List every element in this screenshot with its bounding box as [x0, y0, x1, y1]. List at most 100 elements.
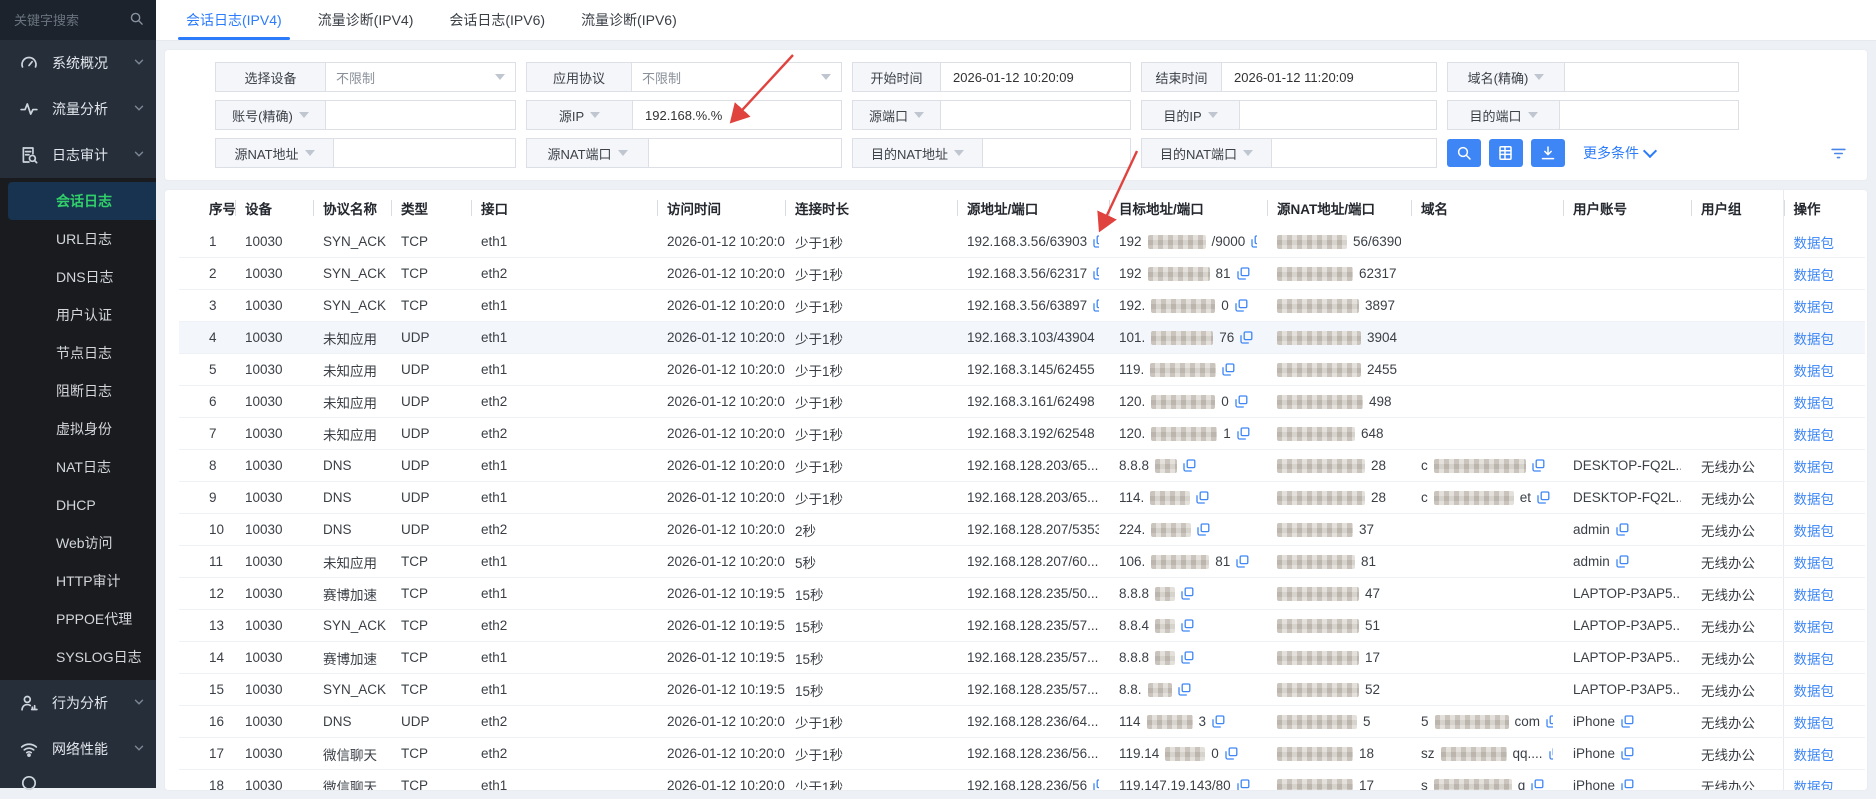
packet-link[interactable]: 数据包: [1794, 492, 1835, 507]
table-row[interactable]: 210030SYN_ACKTCPeth22026-01-12 10:20:09少…: [179, 258, 1865, 290]
copy-icon[interactable]: [1251, 235, 1257, 248]
sidebar-item-NAT日志[interactable]: NAT日志: [0, 448, 156, 486]
table-row[interactable]: 1410030赛博加速TCPeth12026-01-12 10:19:5415秒…: [179, 642, 1865, 674]
sidebar-item-HTTP审计[interactable]: HTTP审计: [0, 562, 156, 600]
sidebar-group-系统概况[interactable]: 系统概况: [0, 40, 156, 86]
copy-icon[interactable]: [1183, 459, 1196, 472]
sidebar-item-DNS日志[interactable]: DNS日志: [0, 258, 156, 296]
sidebar-group-行为分析[interactable]: 行为分析: [0, 680, 156, 726]
copy-icon[interactable]: [1093, 779, 1099, 791]
table-row[interactable]: 310030SYN_ACKTCPeth12026-01-12 10:20:09少…: [179, 290, 1865, 322]
filter-src-ip-label[interactable]: 源IP: [526, 100, 632, 130]
sidebar-group-日志审计[interactable]: 日志审计: [0, 132, 156, 178]
sidebar-item-用户认证[interactable]: 用户认证: [0, 296, 156, 334]
copy-icon[interactable]: [1235, 299, 1248, 312]
packet-link[interactable]: 数据包: [1794, 652, 1835, 667]
filter-src-nat-port-field[interactable]: [648, 138, 842, 168]
copy-icon[interactable]: [1178, 683, 1191, 696]
filter-domain-exact-input[interactable]: [1575, 69, 1728, 86]
packet-link[interactable]: 数据包: [1794, 556, 1835, 571]
table-row[interactable]: 1010030DNSUDPeth22026-01-12 10:20:072秒19…: [179, 514, 1865, 546]
filter-dst-nat-port-field[interactable]: [1271, 138, 1437, 168]
export-excel-button[interactable]: [1489, 139, 1523, 167]
copy-icon[interactable]: [1197, 523, 1210, 536]
sidebar-item-节点日志[interactable]: 节点日志: [0, 334, 156, 372]
packet-link[interactable]: 数据包: [1794, 588, 1835, 603]
filter-end-time-field[interactable]: [1221, 62, 1437, 92]
copy-icon[interactable]: [1222, 363, 1235, 376]
table-row[interactable]: 810030DNSUDPeth12026-01-12 10:20:09少于1秒1…: [179, 450, 1865, 482]
table-row[interactable]: 1510030SYN_ACKTCPeth12026-01-12 10:19:54…: [179, 674, 1865, 706]
filter-src-ip-input[interactable]: [643, 107, 831, 124]
sidebar-item-URL日志[interactable]: URL日志: [0, 220, 156, 258]
copy-icon[interactable]: [1236, 555, 1249, 568]
filter-src-nat-addr-field[interactable]: [333, 138, 516, 168]
copy-icon[interactable]: [1532, 459, 1545, 472]
filter-dst-nat-addr-label[interactable]: 目的NAT地址: [852, 138, 982, 168]
packet-link[interactable]: 数据包: [1794, 748, 1835, 763]
filter-dst-ip-input[interactable]: [1250, 107, 1426, 124]
table-row[interactable]: 1610030DNSUDPeth22026-01-12 10:20:09少于1秒…: [179, 706, 1865, 738]
filter-src-nat-port-input[interactable]: [659, 145, 831, 162]
table-row[interactable]: 610030未知应用UDPeth22026-01-12 10:20:09少于1秒…: [179, 386, 1865, 418]
copy-icon[interactable]: [1093, 299, 1099, 312]
sidebar-item-会话日志[interactable]: 会话日志: [8, 182, 156, 220]
filter-dst-nat-port-label[interactable]: 目的NAT端口: [1141, 138, 1271, 168]
keyword-search-input[interactable]: [12, 12, 121, 29]
search-icon[interactable]: [129, 11, 144, 29]
copy-icon[interactable]: [1237, 267, 1250, 280]
packet-link[interactable]: 数据包: [1794, 396, 1835, 411]
table-row[interactable]: 910030DNSUDPeth12026-01-12 10:20:09少于1秒1…: [179, 482, 1865, 514]
sidebar-item-阻断日志[interactable]: 阻断日志: [0, 372, 156, 410]
sidebar-item-虚拟身份[interactable]: 虚拟身份: [0, 410, 156, 448]
sidebar-item-DHCP[interactable]: DHCP: [0, 486, 156, 524]
copy-icon[interactable]: [1537, 491, 1550, 504]
packet-link[interactable]: 数据包: [1794, 684, 1835, 699]
packet-link[interactable]: 数据包: [1794, 716, 1835, 731]
filter-dst-ip-field[interactable]: [1239, 100, 1437, 130]
filter-src-port-label[interactable]: 源端口: [852, 100, 940, 130]
copy-icon[interactable]: [1181, 587, 1194, 600]
sidebar-item-SYSLOG日志[interactable]: SYSLOG日志: [0, 638, 156, 676]
table-row[interactable]: 510030未知应用UDPeth12026-01-12 10:20:09少于1秒…: [179, 354, 1865, 386]
copy-icon[interactable]: [1621, 715, 1634, 728]
sidebar-group-partial[interactable]: [0, 772, 156, 794]
packet-link[interactable]: 数据包: [1794, 524, 1835, 539]
copy-icon[interactable]: [1549, 747, 1553, 760]
table-row[interactable]: 1110030未知应用TCPeth12026-01-12 10:20:045秒1…: [179, 546, 1865, 578]
copy-icon[interactable]: [1212, 715, 1225, 728]
search-button[interactable]: [1447, 139, 1481, 167]
column-settings-icon[interactable]: [1830, 145, 1853, 162]
table-row[interactable]: 410030未知应用UDPeth12026-01-12 10:20:09少于1秒…: [179, 322, 1865, 354]
packet-link[interactable]: 数据包: [1794, 428, 1835, 443]
filter-start-time-field[interactable]: [940, 62, 1131, 92]
packet-link[interactable]: 数据包: [1794, 460, 1835, 475]
tab-会话日志(IPV6)[interactable]: 会话日志(IPV6): [435, 0, 559, 40]
sidebar-group-网络性能[interactable]: 网络性能: [0, 726, 156, 772]
copy-icon[interactable]: [1240, 331, 1253, 344]
filter-dst-port-field[interactable]: [1559, 100, 1739, 130]
filter-domain-exact-field[interactable]: [1564, 62, 1739, 92]
table-row[interactable]: 110030SYN_ACKTCPeth12026-01-12 10:20:09少…: [179, 226, 1865, 258]
copy-icon[interactable]: [1237, 779, 1250, 791]
more-conditions-link[interactable]: 更多条件: [1583, 143, 1655, 163]
filter-src-nat-port-label[interactable]: 源NAT端口: [526, 138, 648, 168]
copy-icon[interactable]: [1235, 395, 1248, 408]
packet-link[interactable]: 数据包: [1794, 268, 1835, 283]
filter-src-nat-addr-input[interactable]: [344, 145, 505, 162]
table-row[interactable]: 1210030赛博加速TCPeth12026-01-12 10:19:5415秒…: [179, 578, 1865, 610]
filter-dst-ip-label[interactable]: 目的IP: [1141, 100, 1239, 130]
copy-icon[interactable]: [1531, 779, 1544, 791]
filter-end-time-input[interactable]: [1232, 69, 1426, 86]
copy-icon[interactable]: [1196, 491, 1209, 504]
table-row[interactable]: 710030未知应用UDPeth22026-01-12 10:20:09少于1秒…: [179, 418, 1865, 450]
filter-dst-port-input[interactable]: [1570, 107, 1728, 124]
filter-dst-nat-addr-input[interactable]: [993, 145, 1120, 162]
copy-icon[interactable]: [1616, 555, 1629, 568]
packet-link[interactable]: 数据包: [1794, 620, 1835, 635]
copy-icon[interactable]: [1237, 427, 1250, 440]
tab-流量诊断(IPV6)[interactable]: 流量诊断(IPV6): [567, 0, 691, 40]
packet-link[interactable]: 数据包: [1794, 236, 1835, 251]
packet-link[interactable]: 数据包: [1794, 300, 1835, 315]
filter-domain-exact-label[interactable]: 域名(精确): [1447, 62, 1564, 92]
